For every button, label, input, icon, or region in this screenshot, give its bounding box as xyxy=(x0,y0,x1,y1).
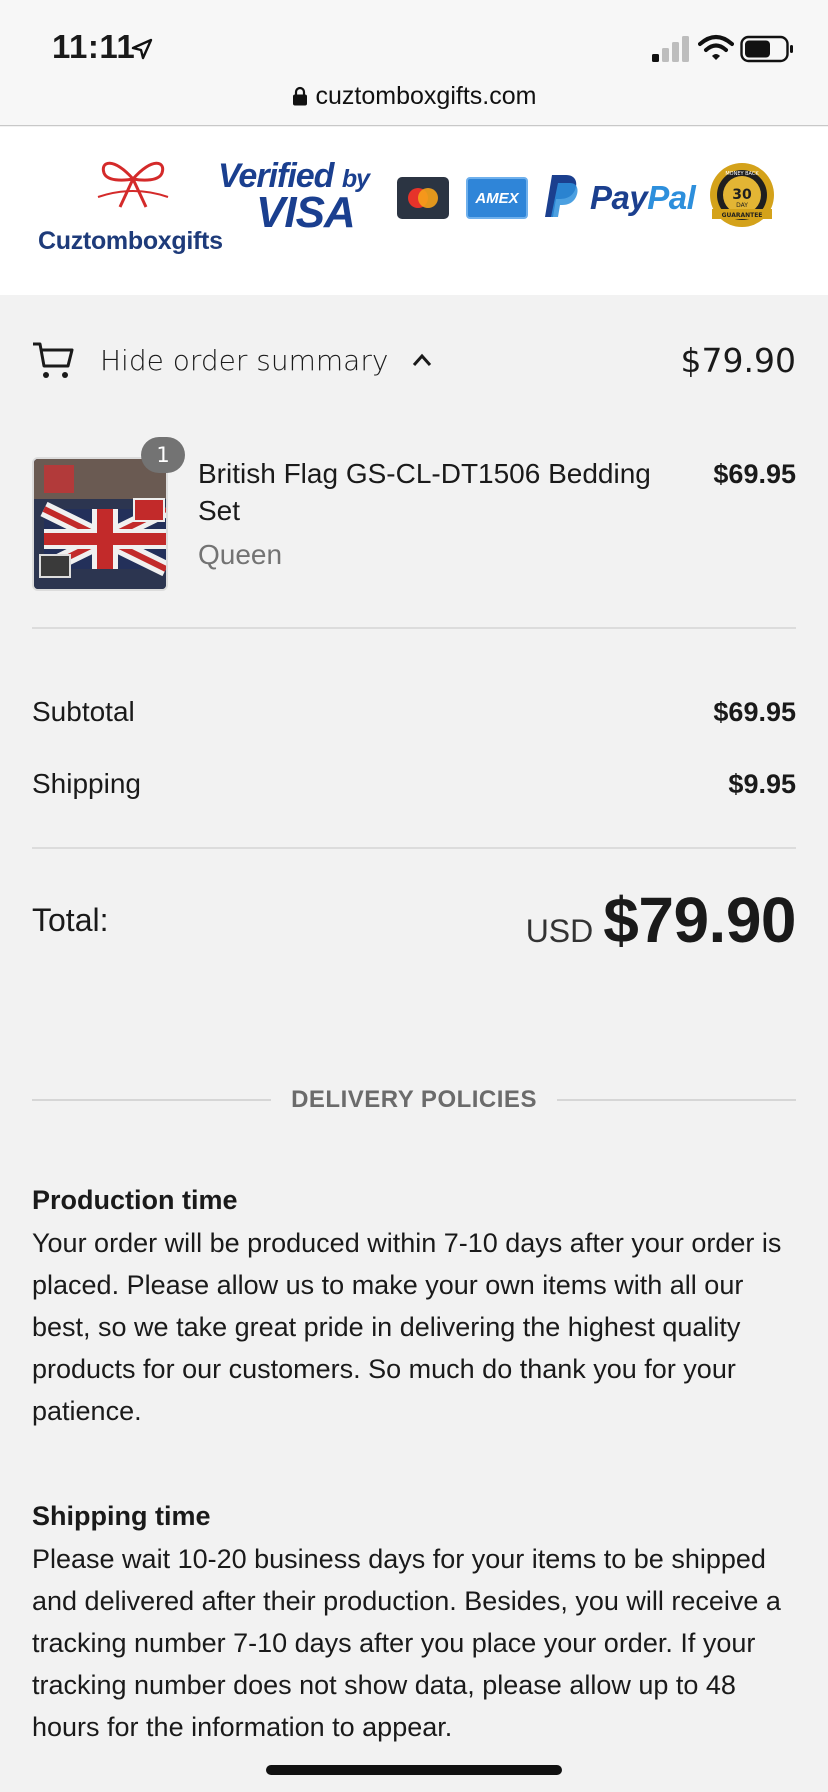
battery-icon xyxy=(740,35,793,63)
status-time: 11:11 xyxy=(52,28,136,65)
quantity-badge: 1 xyxy=(141,437,185,473)
subtotal-value: $69.95 xyxy=(713,696,796,727)
shipping-row: Shipping $9.95 xyxy=(32,764,796,804)
delivery-policies-title: DELIVERY POLICIES xyxy=(291,1086,537,1113)
amex-logo: AMEX xyxy=(466,177,528,219)
paypal-p-icon xyxy=(545,175,578,217)
product-price: $69.95 xyxy=(713,459,796,489)
line-item: 1 British Flag GS-CL-DT1506 Bedding Set … xyxy=(32,437,796,595)
subtotal-label: Subtotal xyxy=(32,696,135,727)
money-back-guarantee-badge: MONEY BACK 30 DAY GUARANTEE xyxy=(710,163,774,227)
verified-by-visa-logo: Verified by VISA xyxy=(218,157,378,247)
heading-rule-right xyxy=(556,1099,797,1101)
brand-logo[interactable]: Cuztomboxgifts xyxy=(38,157,223,267)
divider xyxy=(32,847,796,849)
address-bar[interactable]: cuztomboxgifts.com xyxy=(0,76,828,116)
delivery-policies-heading: DELIVERY POLICIES xyxy=(32,1080,797,1120)
heading-rule-left xyxy=(32,1099,272,1101)
policy-section-shipping: Shipping time Please wait 10-20 business… xyxy=(32,1501,802,1748)
home-indicator[interactable] xyxy=(266,1765,562,1775)
british-flag-bedding-image xyxy=(34,459,166,589)
subtotal-row: Subtotal $69.95 xyxy=(32,692,796,732)
total-label: Total: xyxy=(32,901,109,938)
paypal-pay-text: Pay xyxy=(590,179,648,216)
badge-text-number: 30 xyxy=(732,187,752,203)
mastercard-logo xyxy=(397,177,449,219)
gift-bow-icon xyxy=(97,161,169,208)
location-arrow-icon xyxy=(131,38,153,60)
product-variant: Queen xyxy=(198,539,283,570)
wifi-icon xyxy=(698,35,734,60)
policy-title: Shipping time xyxy=(32,1501,211,1531)
shipping-value: $9.95 xyxy=(728,768,796,799)
browser-status-bar: 11:11 cuztomboxgifts.com xyxy=(0,0,828,126)
order-summary-total: $79.90 xyxy=(680,340,796,380)
policy-section-production: Production time Your order will be produ… xyxy=(32,1185,802,1432)
chevron-up-icon xyxy=(413,353,432,366)
divider xyxy=(32,627,796,629)
cell-signal-icon xyxy=(652,36,689,62)
paypal-pal-text: Pal xyxy=(647,179,696,216)
total-row: Total: USD $79.90 xyxy=(32,880,796,960)
lock-icon xyxy=(292,86,307,106)
product-name: British Flag GS-CL-DT1506 Bedding Set xyxy=(198,458,651,526)
policy-text: Your order will be produced within 7-10 … xyxy=(32,1228,782,1426)
policy-text: Please wait 10-20 business days for your… xyxy=(32,1544,781,1742)
order-summary-toggle[interactable]: Hide order summary $79.90 xyxy=(32,330,796,390)
order-summary-toggle-label: Hide order summary xyxy=(100,343,389,377)
total-amount: $79.90 xyxy=(603,884,796,956)
trust-logos-bar: Cuztomboxgifts Verified by VISA AMEX Pay… xyxy=(0,127,828,295)
total-currency: USD xyxy=(525,913,594,949)
shipping-label: Shipping xyxy=(32,768,141,799)
mastercard-circles-icon xyxy=(408,188,438,208)
badge-text-bottom: GUARANTEE xyxy=(722,212,763,219)
paypal-logo: PayPal xyxy=(544,173,702,223)
brand-name: Cuztomboxgifts xyxy=(38,227,223,255)
badge-text-top: MONEY BACK xyxy=(725,171,759,177)
cart-icon xyxy=(33,342,74,378)
product-thumbnail xyxy=(32,457,168,591)
policy-title: Production time xyxy=(32,1185,238,1215)
badge-text-day: DAY xyxy=(736,202,748,209)
url-text: cuztomboxgifts.com xyxy=(315,81,537,110)
